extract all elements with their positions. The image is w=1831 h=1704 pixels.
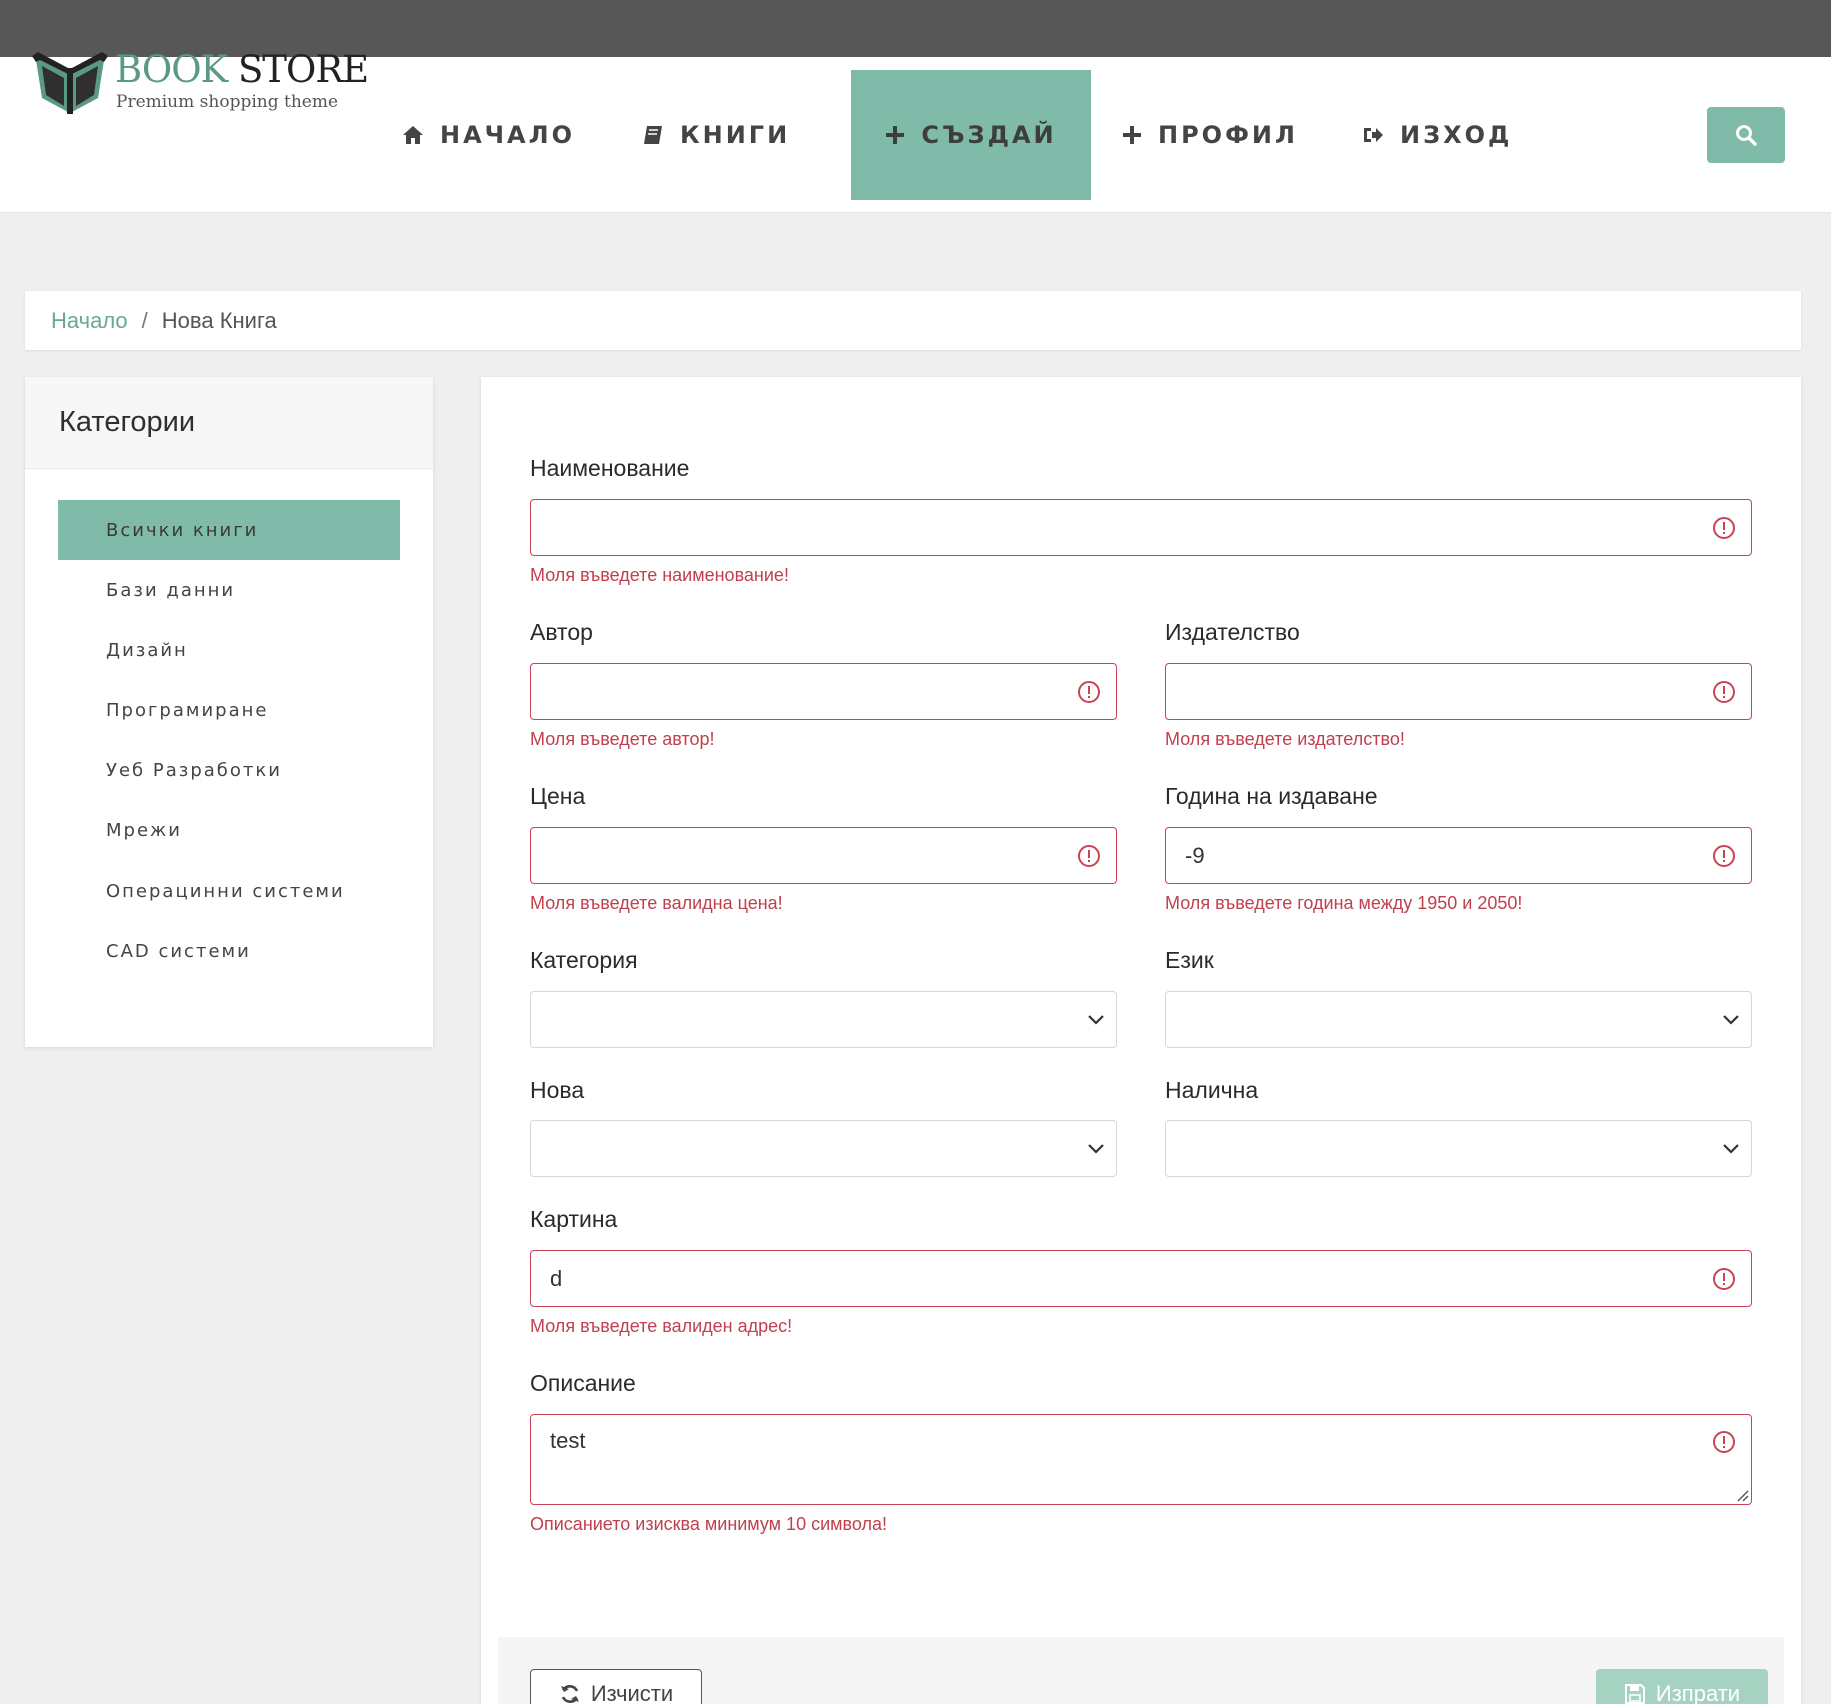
sign-out-icon	[1362, 125, 1384, 145]
breadcrumb: Начало / Нова Книга	[25, 291, 1801, 350]
year-label: Година на издаване	[1165, 783, 1378, 809]
warning-icon	[1713, 680, 1735, 703]
sidebar-item-networks[interactable]: Мрежи	[58, 800, 400, 860]
nav-create[interactable]: СЪЗДАЙ	[851, 70, 1091, 200]
sidebar-item-design[interactable]: Дизайн	[58, 620, 400, 680]
image-url-error: Моля въведете валиден адрес!	[530, 1316, 793, 1336]
clear-button-label: Изчисти	[590, 1681, 674, 1704]
name-input[interactable]	[530, 499, 1752, 556]
category-sidebar: Категории Всички книги Бази данни Дизайн…	[25, 377, 433, 1047]
category-label: Категория	[530, 947, 638, 973]
description-textarea[interactable]: test	[530, 1414, 1752, 1505]
price-label: Цена	[530, 783, 586, 809]
image-url-input-value: d	[550, 1265, 563, 1291]
search-icon	[1736, 125, 1757, 146]
sidebar-title: Категории	[25, 377, 433, 469]
nav-profile[interactable]: ПРОФИЛ	[1122, 70, 1298, 200]
chevron-down-icon	[1088, 1014, 1104, 1025]
year-error: Моля въведете година между 1950 и 2050!	[1165, 893, 1523, 913]
nav-home-label: НАЧАЛО	[440, 121, 575, 149]
home-icon	[402, 125, 424, 145]
sidebar-item-web-development[interactable]: Уеб Разработки	[58, 740, 400, 800]
clear-button[interactable]: Изчисти	[530, 1669, 702, 1704]
nav-books-label: КНИГИ	[680, 121, 791, 149]
nav-home[interactable]: НАЧАЛО	[402, 70, 575, 200]
available-select[interactable]	[1165, 1120, 1752, 1177]
nav-books[interactable]: КНИГИ	[642, 70, 790, 200]
publisher-input[interactable]	[1165, 663, 1752, 720]
author-label: Автор	[530, 619, 593, 645]
category-select[interactable]	[530, 991, 1117, 1048]
warning-icon	[1713, 844, 1735, 867]
image-url-input[interactable]: d	[530, 1250, 1752, 1307]
new-label: Нова	[530, 1077, 585, 1103]
breadcrumb-current: Нова Книга	[161, 307, 277, 333]
resize-handle-icon[interactable]	[1735, 1488, 1749, 1502]
chevron-down-icon	[1723, 1014, 1739, 1025]
available-label: Налична	[1165, 1077, 1259, 1103]
author-error: Моля въведете автор!	[530, 729, 715, 749]
plus-icon	[1122, 125, 1142, 145]
warning-icon	[1078, 844, 1100, 867]
warning-icon	[1713, 1431, 1735, 1453]
image-label: Картина	[530, 1206, 618, 1232]
nav-profile-label: ПРОФИЛ	[1158, 121, 1298, 149]
price-error: Моля въведете валидна цена!	[530, 893, 783, 913]
author-input[interactable]	[530, 663, 1117, 720]
sidebar-item-databases[interactable]: Бази данни	[58, 560, 400, 620]
name-label: Наименование	[530, 455, 690, 481]
publisher-label: Издателство	[1165, 619, 1300, 645]
submit-button-label: Изпрати	[1655, 1681, 1741, 1704]
plus-icon	[885, 125, 905, 145]
refresh-icon	[559, 1683, 581, 1704]
price-input[interactable]	[530, 827, 1117, 884]
description-textarea-value: test	[550, 1428, 586, 1453]
form-footer: Изчисти Изпрати	[498, 1637, 1784, 1704]
search-button[interactable]	[1707, 107, 1785, 163]
open-book-icon	[32, 52, 108, 114]
save-icon	[1624, 1683, 1646, 1704]
logo-title-book: BOOK	[115, 48, 228, 91]
nav-logout-label: ИЗХОД	[1400, 121, 1513, 149]
logo-title: BOOK STORE	[115, 48, 369, 91]
warning-icon	[1713, 1267, 1735, 1290]
description-error: Описанието изисква минимум 10 символа!	[530, 1514, 888, 1534]
logo-title-store: STORE	[237, 48, 369, 91]
sidebar-item-all-books[interactable]: Всички книги	[58, 500, 400, 560]
site-logo[interactable]: BOOK STORE Premium shopping theme	[32, 48, 369, 118]
chevron-down-icon	[1088, 1143, 1104, 1154]
publisher-error: Моля въведете издателство!	[1165, 729, 1405, 749]
sidebar-item-cad-systems[interactable]: CAD системи	[58, 921, 400, 981]
submit-button[interactable]: Изпрати	[1596, 1669, 1768, 1704]
breadcrumb-home-link[interactable]: Начало	[51, 308, 128, 334]
language-label: Език	[1165, 947, 1214, 973]
logo-subtitle: Premium shopping theme	[116, 92, 339, 112]
description-label: Описание	[530, 1370, 636, 1396]
year-input[interactable]: -9	[1165, 827, 1752, 884]
sidebar-item-programming[interactable]: Програмиране	[58, 680, 400, 740]
breadcrumb-separator: /	[141, 307, 148, 333]
language-select[interactable]	[1165, 991, 1752, 1048]
year-input-value: -9	[1185, 842, 1205, 868]
sidebar-item-operating-systems[interactable]: Операцинни системи	[58, 861, 400, 921]
nav-create-label: СЪЗДАЙ	[921, 121, 1057, 149]
warning-icon	[1713, 516, 1735, 539]
chevron-down-icon	[1723, 1143, 1739, 1154]
new-book-form: Наименование Моля въведете наименование!…	[481, 377, 1801, 1704]
name-error: Моля въведете наименование!	[530, 565, 789, 585]
new-select[interactable]	[530, 1120, 1117, 1177]
book-icon	[642, 124, 664, 146]
warning-icon	[1078, 680, 1100, 703]
nav-logout[interactable]: ИЗХОД	[1362, 70, 1512, 200]
